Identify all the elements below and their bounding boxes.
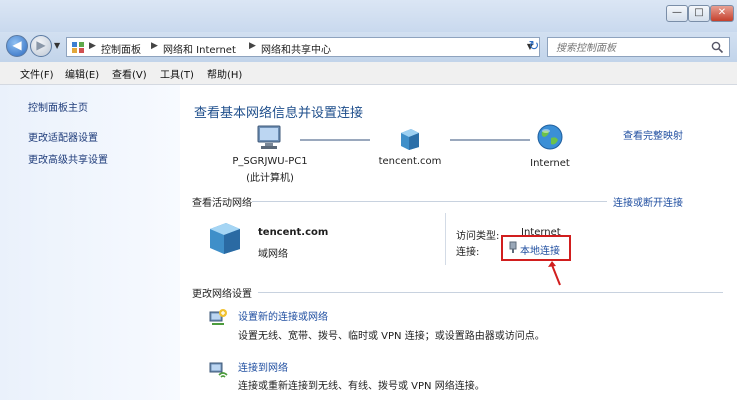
active-network-type: 域网络 bbox=[258, 249, 288, 260]
control-panel-icon bbox=[72, 42, 84, 53]
map-node-network: tencent.com bbox=[360, 125, 460, 167]
computer-icon bbox=[257, 125, 281, 149]
vertical-divider bbox=[445, 213, 446, 265]
map-node-internet: Internet bbox=[500, 123, 600, 169]
page-title: 查看基本网络信息并设置连接 bbox=[194, 106, 364, 121]
connect-to-network-link[interactable]: 连接到网络 bbox=[238, 359, 288, 374]
setup-new-connection-link[interactable]: 设置新的连接或网络 bbox=[238, 308, 328, 323]
main-content: 查看基本网络信息并设置连接 P_SGRJWU-PC1 (此计算机) tencen… bbox=[180, 85, 737, 400]
new-connection-icon bbox=[209, 309, 227, 325]
menu-view[interactable]: 查看(V) bbox=[112, 66, 147, 81]
menu-file[interactable]: 文件(F) bbox=[20, 66, 54, 81]
breadcrumb-network-internet[interactable]: 网络和 Internet bbox=[163, 41, 236, 56]
menu-edit[interactable]: 编辑(E) bbox=[65, 66, 99, 81]
minimize-button[interactable]: — bbox=[666, 5, 688, 22]
breadcrumb-control-panel[interactable]: 控制面板 bbox=[101, 41, 141, 56]
title-bar: — □ ✕ bbox=[0, 0, 737, 32]
network-icon bbox=[401, 129, 419, 150]
menu-tools[interactable]: 工具(T) bbox=[160, 66, 194, 81]
sidebar-item-control-panel-home[interactable]: 控制面板主页 bbox=[28, 99, 88, 114]
red-arrow-annotation bbox=[548, 261, 561, 286]
section-divider bbox=[252, 201, 607, 202]
local-connection-link[interactable]: 本地连接 bbox=[520, 242, 560, 257]
recent-pages-chevron-icon[interactable]: ▼ bbox=[54, 41, 60, 50]
close-button[interactable]: ✕ bbox=[710, 5, 734, 22]
search-icon[interactable] bbox=[711, 41, 724, 54]
navigation-bar: ◀ ▶ ▼ ▶ 控制面板 ▶ 网络和 Internet ▶ 网络和共享中心 ▼ … bbox=[0, 32, 737, 62]
domain-network-icon bbox=[210, 223, 240, 254]
forward-button[interactable]: ▶ bbox=[30, 35, 52, 57]
search-box bbox=[547, 37, 730, 57]
connect-to-network-desc: 连接或重新连接到无线、有线、拨号或 VPN 网络连接。 bbox=[238, 381, 485, 392]
maximize-button[interactable]: □ bbox=[688, 5, 710, 22]
sidebar: 控制面板主页 更改适配器设置 更改高级共享设置 bbox=[0, 85, 180, 400]
computer-sub: (此计算机) bbox=[246, 173, 294, 184]
section-divider bbox=[258, 292, 723, 293]
connect-disconnect-link[interactable]: 连接或断开连接 bbox=[613, 194, 683, 209]
access-type-label: 访问类型: bbox=[456, 231, 500, 242]
menu-bar: 文件(F) 编辑(E) 查看(V) 工具(T) 帮助(H) bbox=[0, 62, 737, 85]
back-button[interactable]: ◀ bbox=[6, 35, 28, 57]
sidebar-item-advanced-sharing[interactable]: 更改高级共享设置 bbox=[28, 151, 108, 166]
computer-name: P_SGRJWU-PC1 bbox=[232, 156, 308, 167]
breadcrumb-separator[interactable]: ▶ bbox=[249, 41, 256, 51]
map-internet-label: Internet bbox=[530, 158, 570, 169]
ethernet-icon bbox=[509, 241, 517, 253]
breadcrumb-separator[interactable]: ▶ bbox=[151, 41, 158, 51]
map-node-computer: P_SGRJWU-PC1 (此计算机) bbox=[220, 125, 320, 184]
map-network-name: tencent.com bbox=[378, 156, 442, 167]
breadcrumb-network-sharing-center[interactable]: 网络和共享中心 bbox=[261, 41, 331, 56]
refresh-button[interactable]: ↻ bbox=[527, 39, 541, 54]
menu-help[interactable]: 帮助(H) bbox=[207, 66, 242, 81]
active-networks-heading: 查看活动网络 bbox=[192, 198, 252, 209]
address-bar[interactable]: ▶ 控制面板 ▶ 网络和 Internet ▶ 网络和共享中心 ▼ bbox=[66, 37, 540, 57]
sidebar-item-adapter-settings[interactable]: 更改适配器设置 bbox=[28, 129, 98, 144]
connection-label: 连接: bbox=[456, 247, 480, 258]
change-settings-heading: 更改网络设置 bbox=[192, 289, 252, 300]
active-network-name: tencent.com bbox=[258, 227, 329, 238]
view-full-map-link[interactable]: 查看完整映射 bbox=[623, 127, 683, 142]
search-input[interactable] bbox=[554, 39, 708, 57]
breadcrumb-separator[interactable]: ▶ bbox=[89, 41, 96, 51]
globe-icon bbox=[537, 124, 563, 150]
connect-network-icon bbox=[209, 362, 228, 378]
setup-new-connection-desc: 设置无线、宽带、拨号、临时或 VPN 连接；或设置路由器或访问点。 bbox=[238, 331, 545, 342]
